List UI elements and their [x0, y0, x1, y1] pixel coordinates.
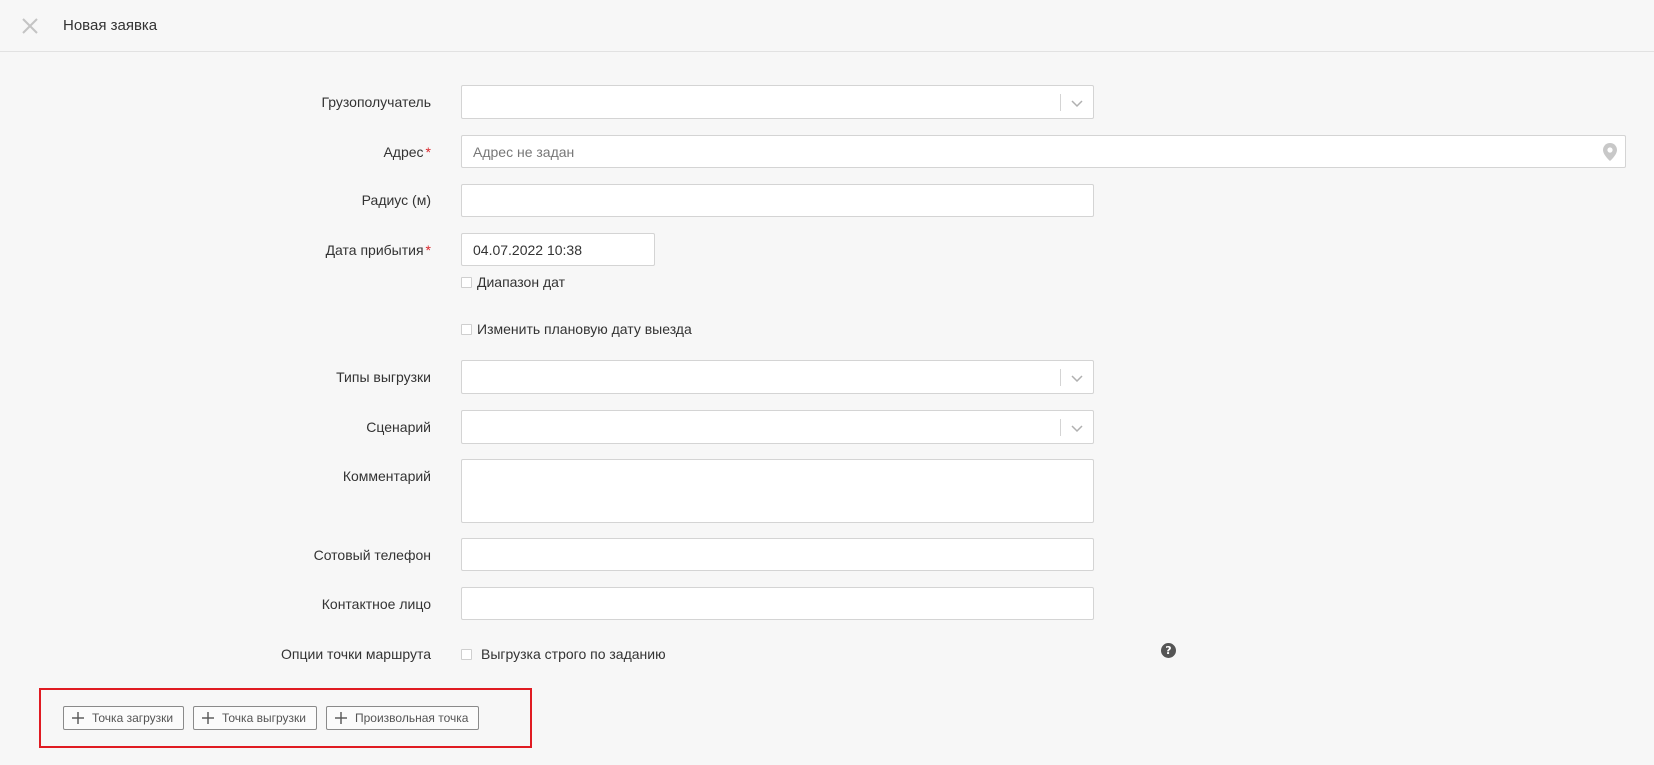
strict-unload-checkbox-row[interactable]: Выгрузка строго по заданию — [461, 645, 666, 663]
required-mark: * — [425, 144, 431, 160]
comment-textarea[interactable] — [461, 459, 1094, 523]
chevron-down-icon[interactable] — [1070, 371, 1084, 385]
consignee-label: Грузополучатель — [321, 94, 431, 110]
select-separator — [1060, 369, 1061, 386]
scenario-select[interactable] — [461, 410, 1094, 444]
contact-label: Контактное лицо — [321, 596, 431, 612]
route-options-label: Опции точки маршрута — [281, 646, 431, 662]
address-input[interactable]: Адрес не задан — [461, 135, 1626, 168]
add-load-point-button[interactable]: Точка загрузки — [63, 706, 185, 730]
select-separator — [1060, 419, 1061, 436]
arrival-date-value: 04.07.2022 10:38 — [473, 241, 582, 258]
page-title: Новая заявка — [63, 17, 158, 34]
unload-types-label: Типы выгрузки — [336, 369, 431, 385]
add-unload-point-button[interactable]: Точка выгрузки — [193, 706, 317, 730]
add-unload-point-label: Точка выгрузки — [222, 711, 306, 725]
add-load-point-label: Точка загрузки — [92, 711, 174, 725]
add-custom-point-button[interactable]: Произвольная точка — [326, 706, 480, 730]
phone-label: Сотовый телефон — [313, 547, 431, 563]
close-icon — [22, 18, 38, 34]
strict-unload-label: Выгрузка строго по заданию — [481, 646, 666, 662]
plus-icon — [72, 712, 84, 724]
close-button[interactable] — [20, 16, 40, 36]
arrival-date-label: Дата прибытия * — [325, 242, 431, 258]
header-bar: Новая заявка — [0, 0, 1654, 52]
change-departure-checkbox-row[interactable]: Изменить плановую дату выезда — [461, 320, 692, 338]
radius-label: Радиус (м) — [361, 192, 431, 208]
arrival-date-input[interactable]: 04.07.2022 10:38 — [461, 233, 655, 266]
radius-input[interactable] — [461, 184, 1094, 217]
map-pin-icon[interactable] — [1603, 143, 1617, 161]
comment-label: Комментарий — [342, 468, 431, 484]
consignee-select[interactable] — [461, 85, 1094, 119]
date-range-checkbox[interactable] — [461, 276, 472, 288]
chevron-down-icon[interactable] — [1070, 421, 1084, 435]
change-departure-label: Изменить плановую дату выезда — [477, 321, 692, 337]
date-range-checkbox-row[interactable]: Диапазон дат — [461, 273, 565, 291]
phone-input[interactable] — [461, 538, 1094, 571]
help-icon[interactable]: ? — [1161, 643, 1176, 658]
address-placeholder: Адрес не задан — [473, 143, 575, 160]
chevron-down-icon[interactable] — [1070, 96, 1084, 110]
scenario-label: Сценарий — [366, 419, 431, 435]
required-mark: * — [425, 242, 431, 258]
strict-unload-checkbox[interactable] — [461, 648, 472, 660]
add-custom-point-label: Произвольная точка — [355, 711, 469, 725]
unload-types-select[interactable] — [461, 360, 1094, 394]
plus-icon — [202, 712, 214, 724]
contact-input[interactable] — [461, 587, 1094, 620]
date-range-label: Диапазон дат — [477, 274, 566, 290]
select-separator — [1060, 94, 1061, 111]
change-departure-checkbox[interactable] — [461, 323, 472, 335]
plus-icon — [335, 712, 347, 724]
address-label: Адрес * — [383, 144, 431, 160]
